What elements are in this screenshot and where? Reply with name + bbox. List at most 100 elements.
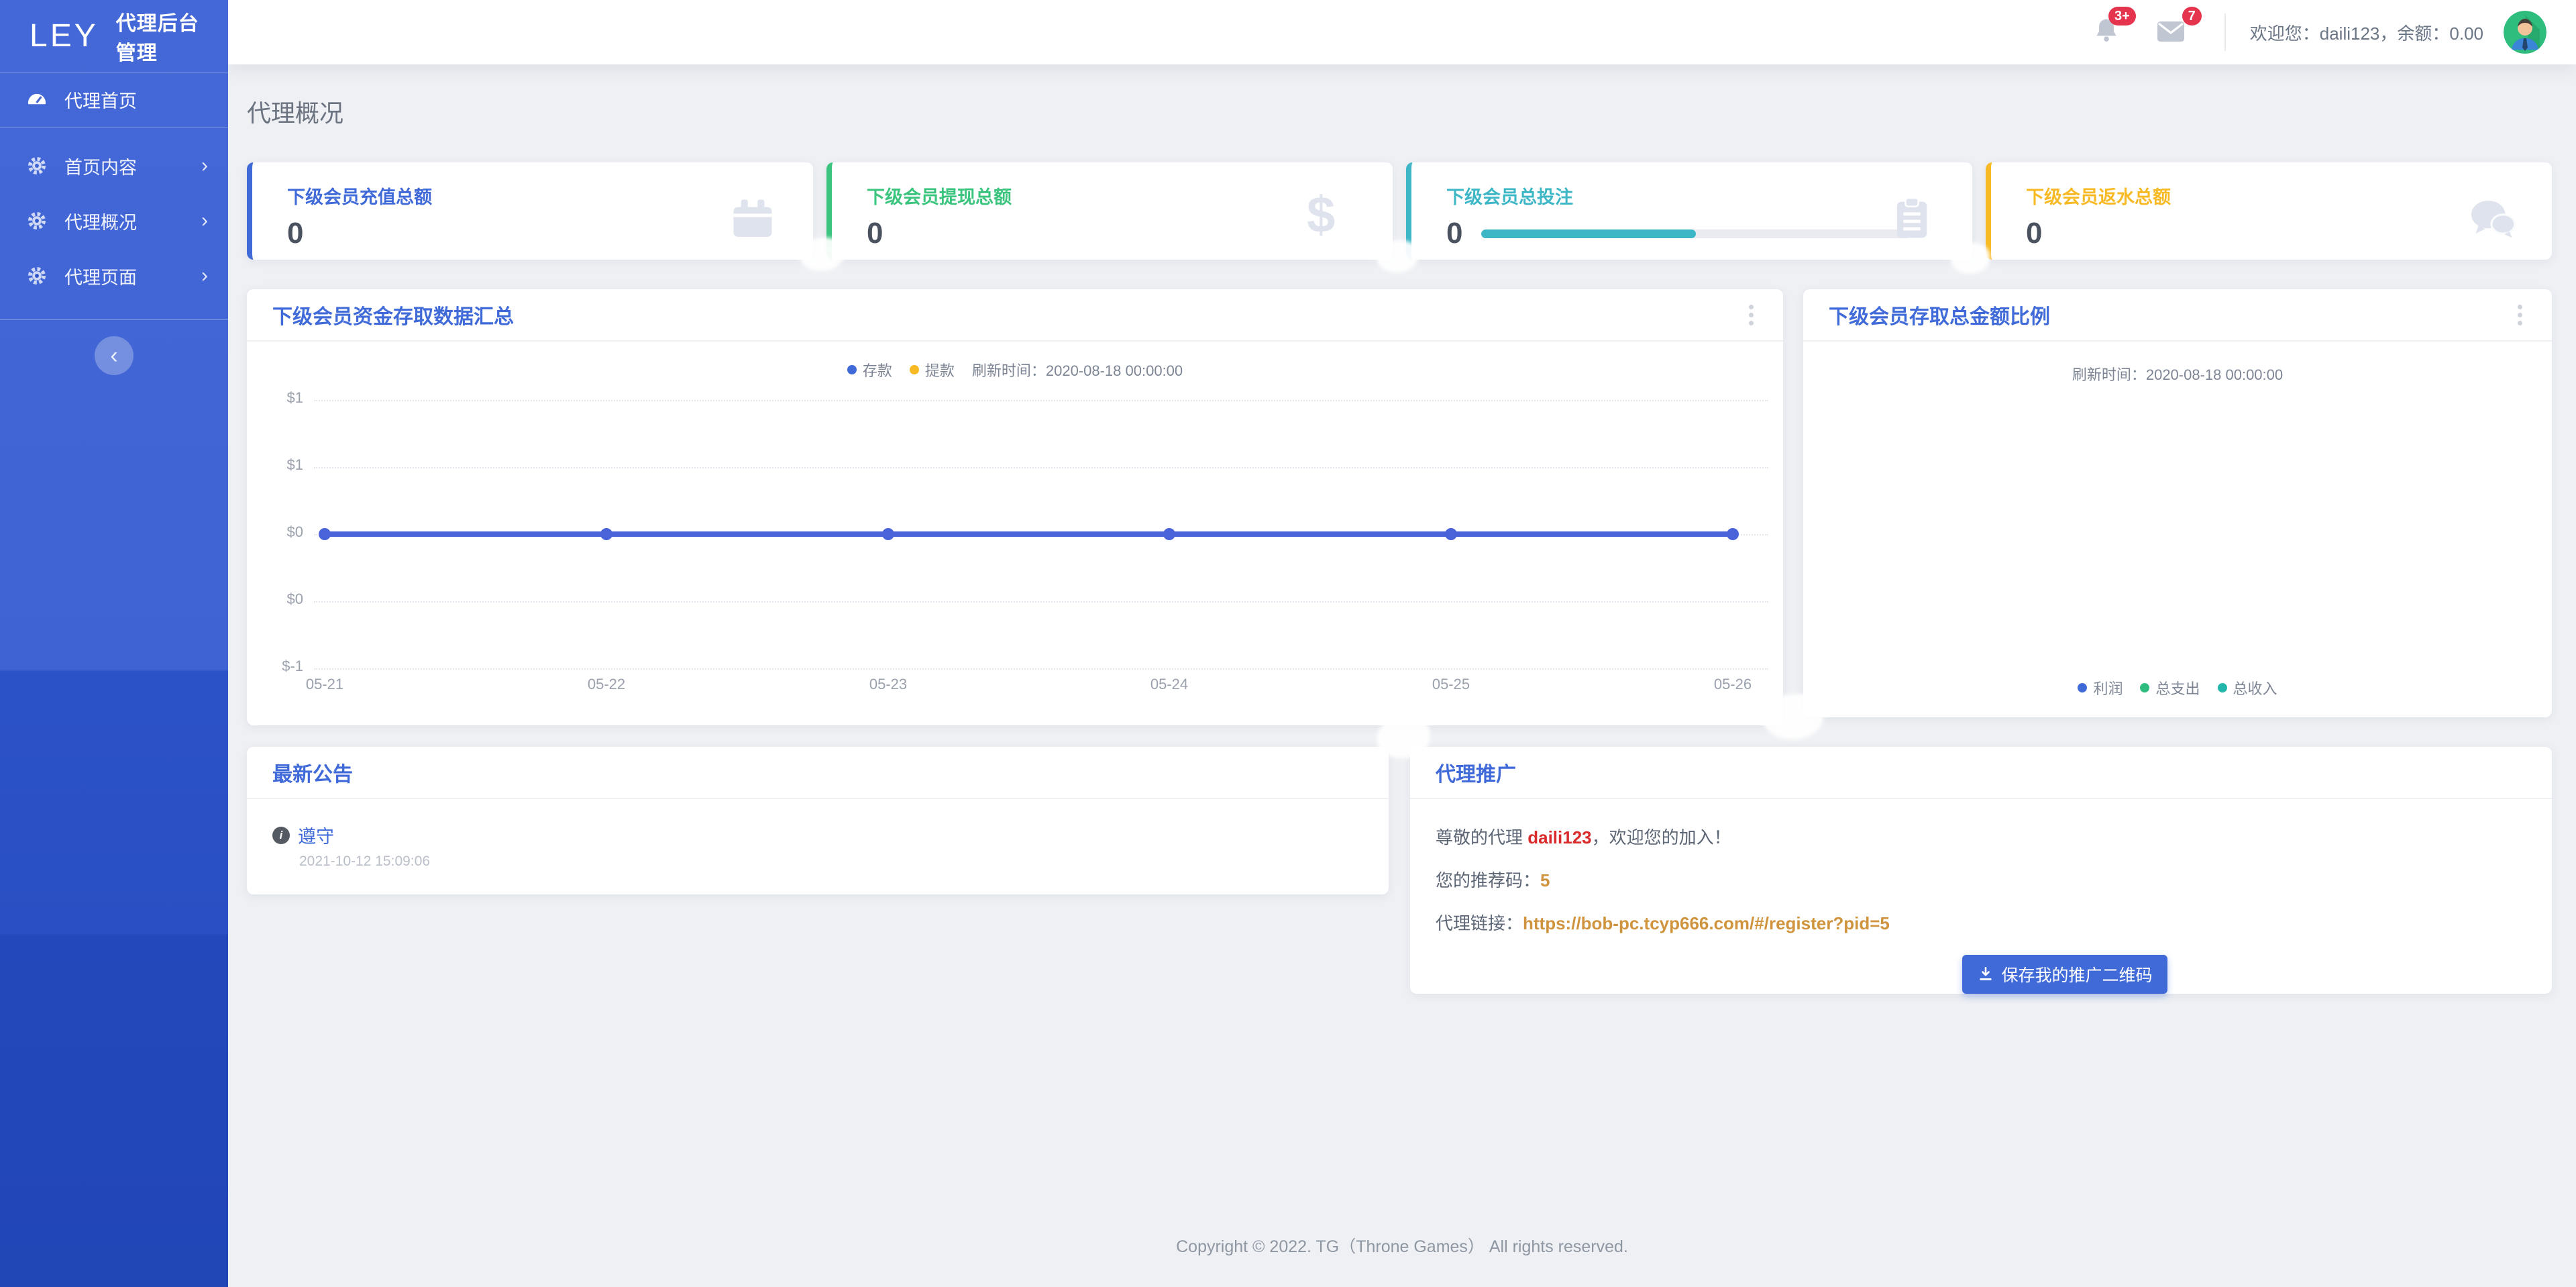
snow-decoration <box>1951 243 1990 274</box>
mail-icon <box>2155 16 2187 46</box>
legend-dot <box>910 365 919 374</box>
footer-copyright: Copyright © 2022. TG（Throne Games） All r… <box>228 1233 2576 1257</box>
y-tick: $1 <box>247 389 303 407</box>
promotion-card: 代理推广 尊敬的代理 daili123，欢迎您的加入！ 您的推荐码：5 代理链接… <box>1410 747 2552 994</box>
sidebar-divider <box>0 319 228 320</box>
y-tick: $-1 <box>247 658 303 675</box>
referral-code: 5 <box>1540 870 1550 890</box>
stat-card-value: 0 <box>287 217 773 250</box>
chevron-right-icon: › <box>201 264 208 287</box>
sidebar: LEY 代理后台管理 代理首页 首页内容 › 代理概况 › <box>0 0 228 1287</box>
x-tick: 05-26 <box>1686 676 1780 693</box>
snow-decoration <box>800 238 844 271</box>
sidebar-item-label: 代理首页 <box>64 87 137 113</box>
stat-card-bet-total: 下级会员总投注 0 <box>1406 162 1972 260</box>
stat-card-title: 下级会员充值总额 <box>287 183 773 209</box>
chart-legend: 存款 提款 刷新时间：2020-08-18 00:00:00 <box>247 359 1783 380</box>
x-tick: 05-22 <box>559 676 653 693</box>
data-point <box>1727 528 1739 540</box>
stat-card-deposit-total: 下级会员充值总额 0 <box>247 162 813 260</box>
x-tick: 05-23 <box>841 676 935 693</box>
legend-item-deposit: 存款 <box>847 359 892 380</box>
card-title: 下级会员存取总金额比例 <box>1829 300 2050 329</box>
card-menu-button[interactable] <box>2514 301 2526 329</box>
card-title: 最新公告 <box>272 758 353 787</box>
sidebar-item-label: 首页内容 <box>64 153 137 179</box>
gear-icon <box>25 154 48 177</box>
sidebar-item-label: 代理概况 <box>64 208 137 234</box>
agent-name: daili123 <box>1527 827 1591 847</box>
notifications-button[interactable]: 3+ <box>2092 16 2121 49</box>
legend-item-withdraw: 提款 <box>910 359 955 380</box>
bet-progress-fill <box>1481 229 1696 238</box>
y-tick: $0 <box>247 590 303 608</box>
logo: LEY 代理后台管理 <box>0 0 228 72</box>
announcement-link[interactable]: 遵守 <box>298 822 334 848</box>
data-point <box>1163 528 1175 540</box>
stat-card-title: 下级会员提现总额 <box>867 183 1352 209</box>
header-divider <box>2224 13 2226 51</box>
sidebar-item-agent-overview[interactable]: 代理概况 › <box>0 193 228 248</box>
stat-card-title: 下级会员返水总额 <box>2026 183 2512 209</box>
data-point <box>1445 528 1457 540</box>
sidebar-item-home[interactable]: 代理首页 <box>0 72 228 127</box>
deposit-series-line <box>325 531 1733 537</box>
y-tick: $0 <box>247 523 303 541</box>
messages-button[interactable]: 7 <box>2155 16 2187 49</box>
announcement-item: i 遵守 <box>272 822 1363 848</box>
pie-chart: 刷新时间：2020-08-18 00:00:00 利润 总支出 总收入 <box>1803 342 2552 716</box>
avatar[interactable] <box>2504 11 2546 54</box>
card-title: 代理推广 <box>1436 758 1516 787</box>
agent-link[interactable]: https://bob-pc.tcyp666.com/#/register?pi… <box>1523 913 1890 933</box>
card-menu-button[interactable] <box>1745 301 1758 329</box>
snow-decoration <box>1377 240 1418 272</box>
message-badge: 7 <box>2182 7 2202 25</box>
data-point <box>600 528 612 540</box>
chevron-right-icon: › <box>201 209 208 232</box>
stat-card-value: 0 <box>867 217 1352 250</box>
top-header: 3+ 7 欢迎您：daili123，余额：0.00 <box>228 0 2576 64</box>
info-icon: i <box>272 827 290 844</box>
app-title: 代理后台管理 <box>116 7 211 66</box>
bottom-row: 最新公告 i 遵守 2021-10-12 15:09:06 代理推广 尊敬的代理… <box>247 747 2552 994</box>
logo-mark: LEY <box>30 17 99 54</box>
notification-badge: 3+ <box>2108 7 2136 25</box>
refresh-time: 刷新时间：2020-08-18 00:00:00 <box>972 359 1183 380</box>
welcome-text: 欢迎您：daili123，余额：0.00 <box>2250 20 2483 45</box>
stat-card-value: 0 <box>1446 217 1462 250</box>
data-point <box>319 528 331 540</box>
sidebar-item-home-content[interactable]: 首页内容 › <box>0 138 228 193</box>
stat-card-rebate-total: 下级会员返水总额 0 <box>1986 162 2552 260</box>
y-tick: $1 <box>247 456 303 474</box>
chart-row: 下级会员资金存取数据汇总 存款 提款 刷新时间：2020-08-18 00:00… <box>247 289 2552 725</box>
calendar-icon <box>727 193 778 244</box>
gauge-icon <box>25 89 48 111</box>
legend-item-expense: 总支出 <box>2140 677 2200 699</box>
snow-decoration <box>1377 717 1430 758</box>
promo-link-line: 代理链接：https://bob-pc.tcyp666.com/#/regist… <box>1436 912 2526 935</box>
legend-dot <box>847 365 857 374</box>
clipboard-icon <box>1886 193 1937 244</box>
legend-item-income: 总收入 <box>2218 677 2277 699</box>
announcement-time: 2021-10-12 15:09:06 <box>299 854 1363 870</box>
pie-legend: 利润 总支出 总收入 <box>1803 677 2552 699</box>
announcements-card: 最新公告 i 遵守 2021-10-12 15:09:06 <box>247 747 1389 894</box>
promo-greeting: 尊敬的代理 daili123，欢迎您的加入！ <box>1436 826 2526 849</box>
funds-line-chart-card: 下级会员资金存取数据汇总 存款 提款 刷新时间：2020-08-18 00:00… <box>247 289 1783 725</box>
download-icon <box>1977 966 1994 983</box>
sidebar-item-label: 代理页面 <box>64 263 137 289</box>
funds-ratio-pie-card: 下级会员存取总金额比例 刷新时间：2020-08-18 00:00:00 利润 … <box>1803 289 2552 717</box>
promo-code-line: 您的推荐码：5 <box>1436 869 2526 892</box>
chat-icon <box>2466 193 2517 244</box>
card-title: 下级会员资金存取数据汇总 <box>272 300 514 329</box>
main-content: 代理概况 下级会员充值总额 0 下级会员提现总额 0 $ 下级会员总投注 0 <box>228 64 2576 1287</box>
save-qr-button[interactable]: 保存我的推广二维码 <box>1962 955 2167 994</box>
gear-icon <box>25 209 48 232</box>
sidebar-collapse-button[interactable]: ‹ <box>95 336 133 375</box>
sidebar-item-agent-page[interactable]: 代理页面 › <box>0 248 228 303</box>
x-tick: 05-21 <box>278 676 372 693</box>
stat-card-withdraw-total: 下级会员提现总额 0 $ <box>826 162 1393 260</box>
x-tick: 05-24 <box>1122 676 1216 693</box>
chevron-right-icon: › <box>201 154 208 177</box>
snow-decoration <box>1763 694 1823 739</box>
